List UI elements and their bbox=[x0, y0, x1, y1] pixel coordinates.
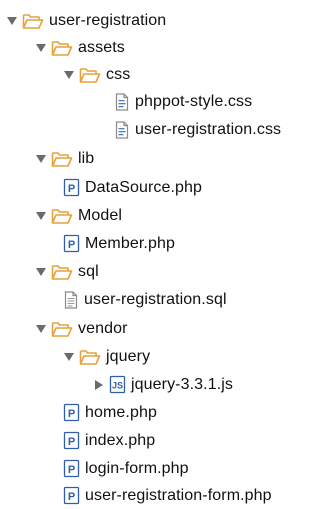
svg-text:P: P bbox=[68, 436, 75, 448]
tree-row-jquery-folder[interactable]: jquery bbox=[63, 343, 150, 370]
project-explorer-tree: user-registration assets css phppot-styl… bbox=[0, 0, 321, 509]
tree-row-jquery-js[interactable]: JS jquery-3.3.1.js bbox=[93, 371, 233, 398]
svg-text:P: P bbox=[68, 491, 75, 503]
tree-row-css[interactable]: css bbox=[63, 61, 130, 88]
css-file-icon bbox=[114, 92, 130, 111]
tree-row-user-registration[interactable]: user-registration bbox=[6, 7, 166, 34]
chevron-down-icon[interactable] bbox=[6, 14, 18, 28]
tree-label[interactable]: login-form.php bbox=[85, 459, 189, 479]
tree-label[interactable]: css bbox=[106, 65, 130, 85]
chevron-down-icon[interactable] bbox=[63, 68, 75, 82]
folder-open-icon bbox=[51, 150, 73, 168]
tree-label[interactable]: DataSource.php bbox=[85, 178, 202, 198]
tree-row-vendor[interactable]: vendor bbox=[35, 315, 128, 342]
svg-text:JS: JS bbox=[112, 381, 123, 391]
chevron-down-icon[interactable] bbox=[35, 41, 47, 55]
svg-text:P: P bbox=[68, 239, 75, 251]
php-file-icon: P bbox=[63, 403, 80, 422]
tree-row-model[interactable]: Model bbox=[35, 202, 122, 229]
tree-label[interactable]: home.php bbox=[85, 403, 157, 423]
tree-label[interactable]: index.php bbox=[85, 431, 155, 451]
folder-open-icon bbox=[79, 348, 101, 366]
php-file-icon: P bbox=[63, 431, 80, 450]
chevron-down-icon[interactable] bbox=[35, 265, 47, 279]
chevron-down-icon[interactable] bbox=[63, 350, 75, 364]
svg-text:P: P bbox=[68, 408, 75, 420]
tree-row-user-registration-sql[interactable]: user-registration.sql bbox=[63, 286, 227, 313]
php-file-icon: P bbox=[63, 234, 80, 253]
chevron-down-icon[interactable] bbox=[35, 152, 47, 166]
css-file-icon bbox=[114, 120, 130, 139]
tree-row-login-form-php[interactable]: P login-form.php bbox=[63, 455, 189, 482]
svg-text:P: P bbox=[68, 183, 75, 195]
tree-row-index-php[interactable]: P index.php bbox=[63, 427, 155, 454]
folder-open-icon bbox=[51, 39, 73, 57]
tree-row-lib[interactable]: lib bbox=[35, 145, 94, 172]
tree-row-home-php[interactable]: P home.php bbox=[63, 399, 157, 426]
tree-row-user-registration-css[interactable]: user-registration.css bbox=[114, 116, 281, 143]
folder-open-icon bbox=[51, 263, 73, 281]
tree-row-phppot-style-css[interactable]: phppot-style.css bbox=[114, 88, 252, 115]
tree-label[interactable]: user-registration.sql bbox=[84, 290, 227, 310]
chevron-down-icon[interactable] bbox=[35, 209, 47, 223]
tree-label[interactable]: Model bbox=[78, 206, 122, 226]
tree-label[interactable]: jquery bbox=[106, 347, 150, 367]
php-file-icon: P bbox=[63, 486, 80, 505]
folder-open-icon bbox=[51, 207, 73, 225]
chevron-right-icon[interactable] bbox=[93, 378, 105, 392]
tree-label[interactable]: user-registration bbox=[49, 11, 166, 31]
tree-label[interactable]: lib bbox=[78, 149, 94, 169]
tree-label[interactable]: Member.php bbox=[85, 234, 175, 254]
tree-row-datasource-php[interactable]: P DataSource.php bbox=[63, 174, 202, 201]
folder-open-icon bbox=[22, 12, 44, 30]
tree-label[interactable]: user-registration.css bbox=[135, 120, 281, 140]
svg-text:P: P bbox=[68, 464, 75, 476]
php-file-icon: P bbox=[63, 178, 80, 197]
tree-row-sql[interactable]: sql bbox=[35, 258, 99, 285]
tree-label[interactable]: vendor bbox=[78, 319, 128, 339]
tree-label[interactable]: assets bbox=[78, 38, 125, 58]
tree-label[interactable]: sql bbox=[78, 262, 99, 282]
tree-label[interactable]: phppot-style.css bbox=[135, 92, 252, 112]
js-file-icon: JS bbox=[109, 375, 126, 394]
tree-row-user-registration-form-php[interactable]: P user-registration-form.php bbox=[63, 482, 272, 509]
tree-row-member-php[interactable]: P Member.php bbox=[63, 230, 175, 257]
folder-open-icon bbox=[51, 320, 73, 338]
folder-open-icon bbox=[79, 66, 101, 84]
tree-label[interactable]: jquery-3.3.1.js bbox=[131, 375, 233, 395]
sql-file-icon bbox=[63, 290, 79, 309]
tree-row-assets[interactable]: assets bbox=[35, 34, 125, 61]
chevron-down-icon[interactable] bbox=[35, 322, 47, 336]
php-file-icon: P bbox=[63, 459, 80, 478]
tree-label[interactable]: user-registration-form.php bbox=[85, 486, 272, 506]
